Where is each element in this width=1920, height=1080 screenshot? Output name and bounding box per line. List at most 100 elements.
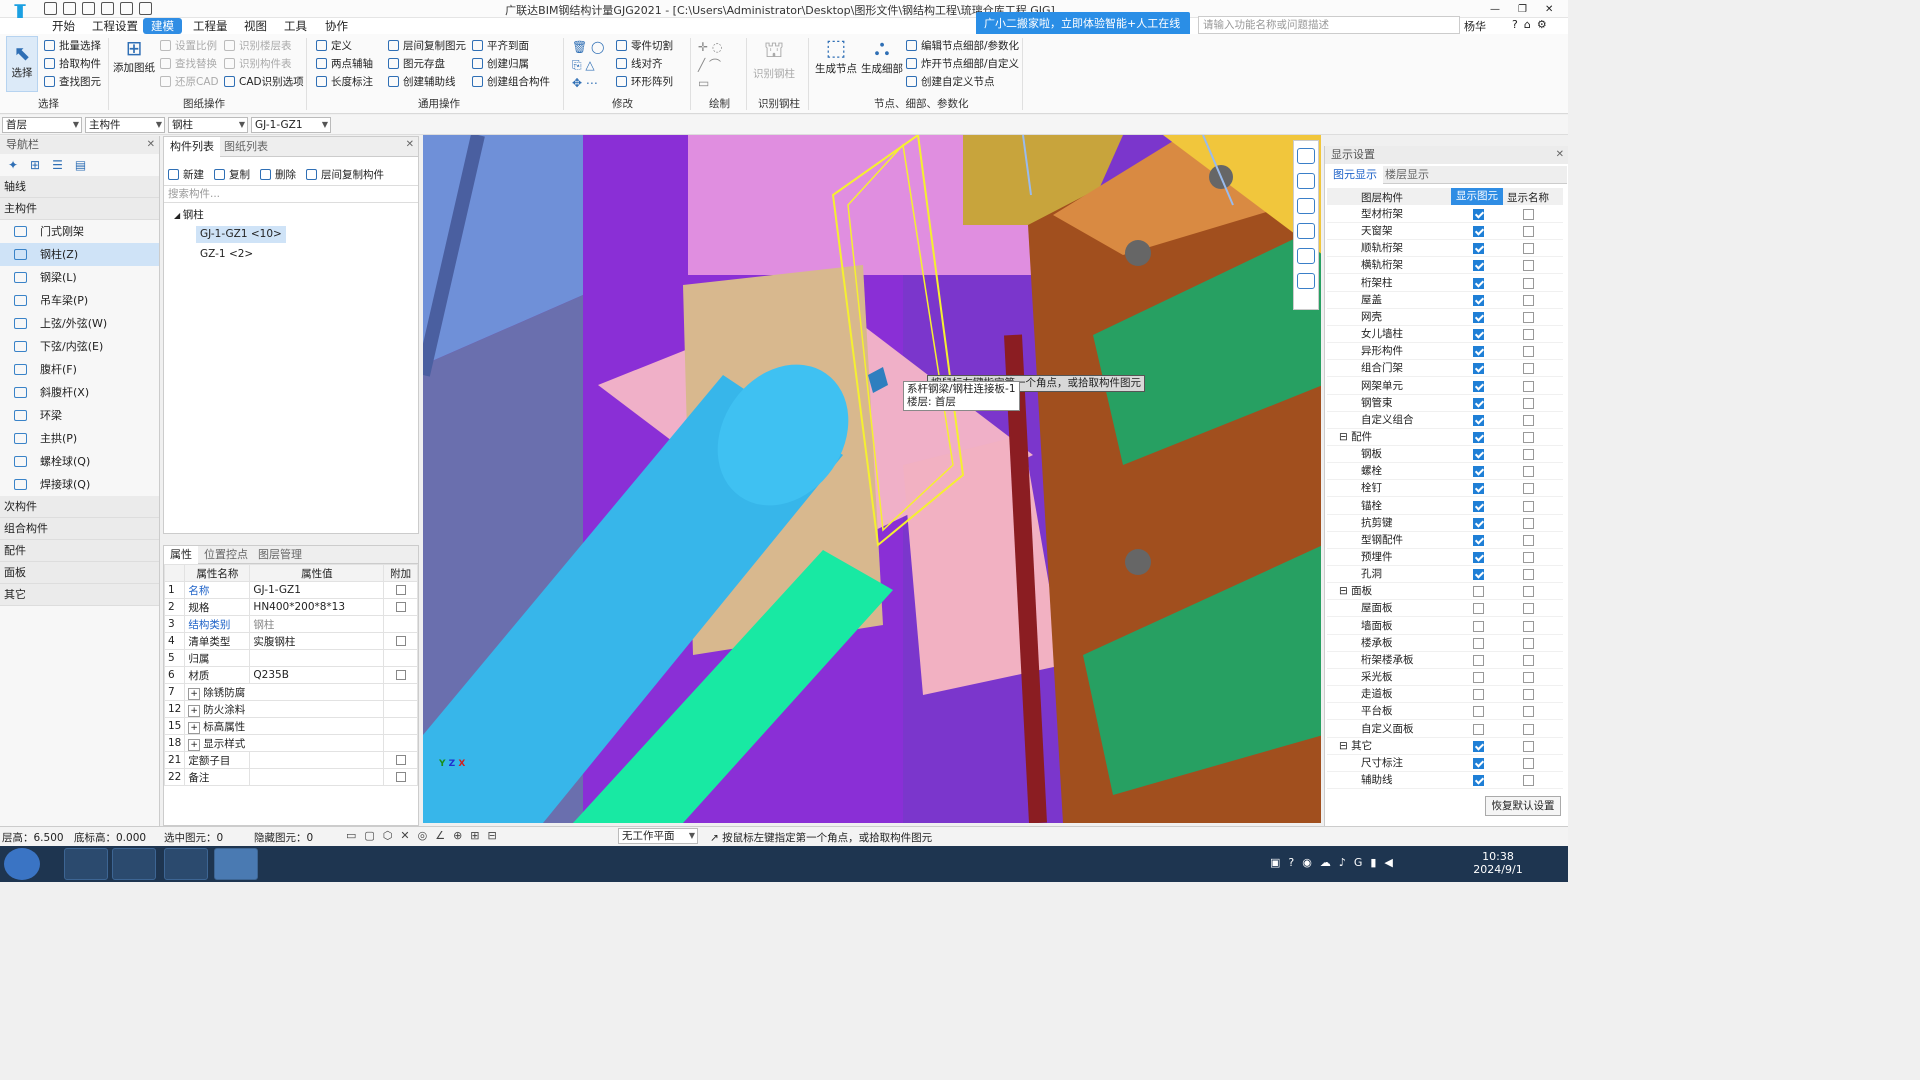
find-element-button[interactable]: 查找图元 [44,74,101,90]
display-row[interactable]: 预埋件 [1327,549,1563,566]
show-name-checkbox[interactable] [1523,757,1534,769]
property-row[interactable]: 12 + 防火涂料 [163,700,418,718]
close-button[interactable]: ✕ [1545,4,1553,15]
show-name-checkbox[interactable] [1523,740,1534,752]
show-element-checkbox[interactable] [1473,380,1484,392]
attach-checkbox[interactable] [395,772,406,782]
show-element-checkbox[interactable] [1473,243,1484,255]
minimize-button[interactable]: — [1490,4,1500,15]
restore-cad-button[interactable]: 还原CAD [160,74,219,90]
tree-item-gj-1-gz1[interactable]: GJ-1-GZ1 <10> [196,226,286,243]
property-row[interactable]: 18 + 显示样式 [163,734,418,752]
show-element-checkbox[interactable] [1473,552,1484,563]
show-element-checkbox[interactable] [1473,363,1484,375]
show-element-checkbox[interactable] [1473,620,1484,632]
show-name-checkbox[interactable] [1523,449,1534,461]
show-name-checkbox[interactable] [1523,329,1534,341]
snap-tools-icons[interactable]: ▭▢⬡✕◎∠⊕⊞⊟ [346,829,505,842]
close-icon[interactable]: ✕ [147,136,155,154]
restore-button[interactable]: ❐ [1518,4,1527,15]
new-file-icon[interactable] [44,2,57,15]
tab-component-list[interactable]: 构件列表 [164,137,220,157]
clock[interactable]: 10:38 2024/9/1 [1468,850,1528,876]
define-button[interactable]: 定义 [316,38,352,54]
find-replace-button[interactable]: 查找替换 [160,56,217,72]
show-name-checkbox[interactable] [1523,689,1534,701]
line-align-button[interactable]: 线对齐 [616,56,663,72]
show-name-checkbox[interactable] [1523,260,1534,272]
ring-array-button[interactable]: 环形阵列 [616,74,673,90]
restore-default-button[interactable]: 恢复默认设置 [1485,796,1561,816]
workplane-select[interactable]: 无工作平面 ▼ [618,828,698,844]
show-element-checkbox[interactable] [1473,329,1484,341]
create-ownership-button[interactable]: 创建归属 [472,56,529,72]
show-name-checkbox[interactable] [1523,774,1534,786]
redo-icon[interactable] [120,2,133,15]
grid-icon[interactable] [139,2,152,15]
display-row[interactable]: 组合门架 [1327,360,1563,378]
display-row[interactable]: 异形构件 [1327,343,1563,361]
expand-icon[interactable]: + [188,687,200,700]
component-select[interactable]: GJ-1-GZ1 ▼ [251,117,331,133]
menu-quantity[interactable]: 工程量 [185,18,236,34]
nav-item-steel-column[interactable]: 钢柱(Z) [0,243,159,266]
nav-category-combo[interactable]: 组合构件 [0,518,159,540]
display-row[interactable]: 栓钉 [1327,480,1563,498]
show-element-checkbox[interactable] [1473,774,1484,786]
nav-category-secondary[interactable]: 次构件 [0,496,159,518]
show-name-checkbox[interactable] [1523,723,1534,735]
property-row[interactable]: 15 + 标高属性 [163,717,418,735]
show-name-checkbox[interactable] [1523,397,1534,409]
taskbar-gjg-app[interactable] [214,848,258,880]
nav-category-other[interactable]: 其它 [0,584,159,606]
nav-item-portal-frame[interactable]: 门式刚架 [0,220,159,243]
copy-between-floors-component-button[interactable]: 层间复制构件 [306,167,384,182]
draw-tools-icons[interactable]: ✛ ◌ ╱ ⌒ ▭ [698,38,738,90]
show-element-checkbox[interactable] [1473,466,1484,478]
nav-toolbar[interactable]: ✦⊞☰▤ [0,154,159,176]
show-name-checkbox[interactable] [1523,346,1534,358]
display-row[interactable]: 钢板 [1327,446,1563,464]
nav-item-main-arch[interactable]: 主拱(P) [0,427,159,450]
expand-icon[interactable]: + [188,738,200,751]
system-tray-icons[interactable]: ▣?◉☁♪G▮◀ [1270,856,1401,869]
length-dimension-button[interactable]: 长度标注 [316,74,373,90]
display-row[interactable]: 顺轨桁架 [1327,240,1563,258]
nav-category-parts[interactable]: 配件 [0,540,159,562]
show-name-checkbox[interactable] [1523,483,1534,495]
view-list-icon[interactable] [1297,273,1315,289]
attach-checkbox[interactable] [395,602,406,612]
show-name-checkbox[interactable] [1523,637,1534,649]
nav-category-panels[interactable]: 面板 [0,562,159,584]
property-row[interactable]: 1 名称 GJ-1-GZ1 [163,581,418,599]
function-search-input[interactable]: 请输入功能名称或问题描述 [1198,16,1460,34]
show-element-checkbox[interactable] [1473,534,1484,546]
display-category-row[interactable]: ⊟ 面板 [1327,583,1563,601]
show-element-checkbox[interactable] [1473,586,1484,598]
create-guide-line-button[interactable]: 创建辅助线 [388,74,456,90]
tab-element-display[interactable]: 图元显示 [1327,166,1383,184]
explode-node-button[interactable]: 炸开节点细部/自定义 [906,56,1019,72]
show-element-checkbox[interactable] [1473,311,1484,323]
generate-detail-button[interactable]: ⛬ 生成细部 [860,36,904,76]
display-row[interactable]: 屋面板 [1327,600,1563,618]
identify-column-button[interactable]: ⛫ 识别钢柱 [750,38,798,81]
show-element-checkbox[interactable] [1473,500,1484,512]
add-drawing-button[interactable]: ⊞ 添加图纸 [113,36,155,75]
show-element-checkbox[interactable] [1473,672,1484,684]
component-type-select[interactable]: 主构件 ▼ [85,117,165,133]
tree-root-steel-column[interactable]: ◢ 钢柱 [174,207,204,224]
show-name-checkbox[interactable] [1523,552,1534,563]
display-row[interactable]: 墙面板 [1327,618,1563,635]
show-name-checkbox[interactable] [1523,294,1534,306]
show-name-checkbox[interactable] [1523,654,1534,666]
show-element-checkbox[interactable] [1473,260,1484,272]
attach-checkbox[interactable] [395,585,406,595]
show-name-checkbox[interactable] [1523,277,1534,289]
display-row[interactable]: 钢管束 [1327,395,1563,412]
help-banner[interactable]: 广小二搬家啦，立即体验智能+人工在线客服 [976,12,1190,54]
nav-item-weld-ball[interactable]: 焊接球(Q) [0,473,159,496]
show-name-checkbox[interactable] [1523,620,1534,632]
display-row[interactable]: 平台板 [1327,703,1563,721]
show-element-checkbox[interactable] [1473,346,1484,358]
